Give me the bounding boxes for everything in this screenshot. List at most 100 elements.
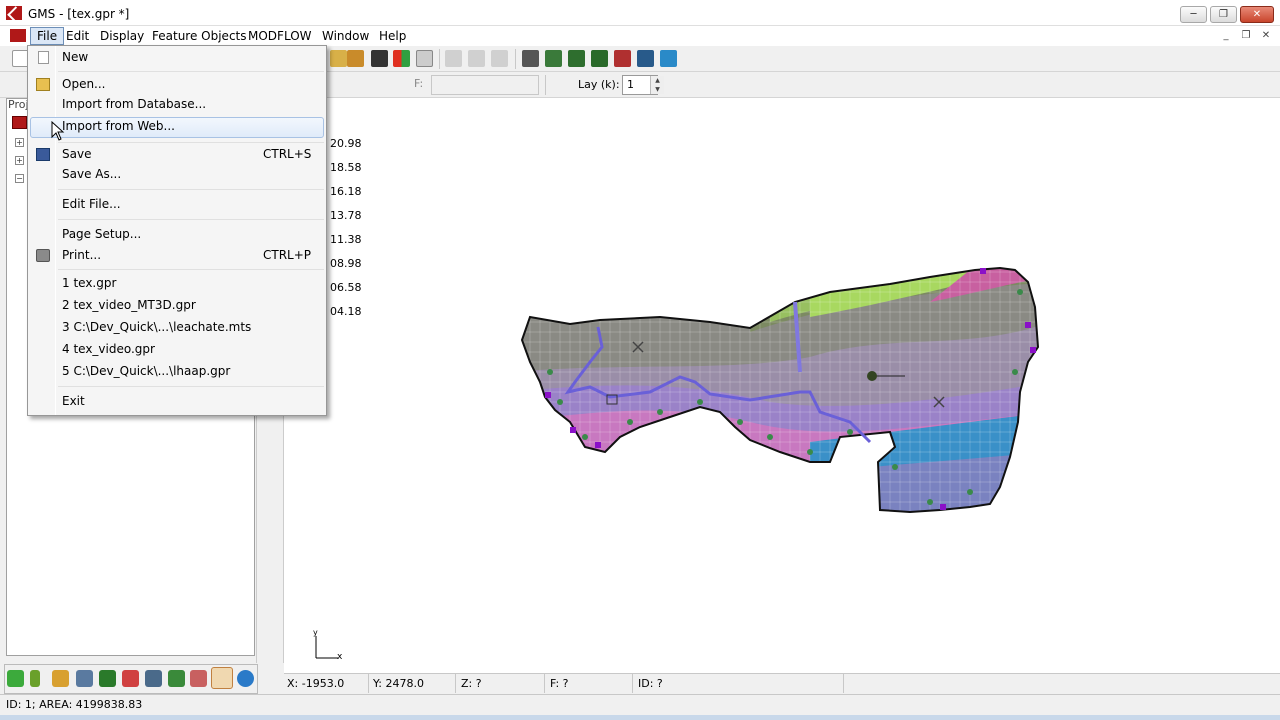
legend-value: 13.78	[330, 209, 362, 222]
tree-expand-icon[interactable]: +	[15, 138, 24, 147]
menu-icon-gutter	[55, 46, 56, 415]
tool-icon-d[interactable]	[591, 50, 608, 67]
print-shortcut: CTRL+P	[263, 248, 312, 262]
open-folder-icon	[36, 78, 50, 91]
tool-icon-c[interactable]	[568, 50, 585, 67]
legend-value: 06.58	[330, 281, 362, 294]
play-icon[interactable]	[371, 50, 388, 67]
menu-item-recent-3[interactable]: 3 C:\Dev_Quick\...\leachate.mts	[62, 318, 251, 336]
status-id: ID: ?	[638, 677, 663, 690]
tool-icon-b[interactable]	[545, 50, 562, 67]
mesh-icon[interactable]	[330, 50, 347, 67]
select-cell-icon[interactable]	[468, 50, 485, 67]
axis-y-label: y	[313, 628, 318, 637]
tree-expand-icon[interactable]: +	[15, 156, 24, 165]
mdi-close-button[interactable]: ✕	[1258, 29, 1274, 43]
menu-display[interactable]: Display	[94, 27, 150, 45]
legend-value: 20.98	[330, 137, 362, 150]
map-module-icon[interactable]	[211, 667, 233, 689]
menu-separator	[58, 386, 324, 387]
tool-icon-f[interactable]	[637, 50, 654, 67]
status-z: Z: ?	[461, 677, 482, 690]
chart-icon[interactable]	[347, 50, 364, 67]
menu-edit[interactable]: Edit	[60, 27, 95, 45]
f-value-field[interactable]	[431, 75, 539, 95]
legend-value: 16.18	[330, 185, 362, 198]
select-icon[interactable]	[445, 50, 462, 67]
save-shortcut: CTRL+S	[263, 147, 312, 161]
menu-item-import-database[interactable]: Import from Database...	[62, 95, 206, 113]
legend-value: 04.18	[330, 305, 362, 318]
tin-module-icon[interactable]	[7, 670, 24, 687]
menu-item-edit-file[interactable]: Edit File...	[62, 195, 121, 213]
scatter-2d-module-icon[interactable]	[122, 670, 139, 687]
legend-value: 11.38	[330, 233, 362, 246]
mouse-cursor-icon	[51, 121, 65, 141]
menu-item-recent-1[interactable]: 1 tex.gpr	[62, 274, 116, 292]
menu-item-page-setup[interactable]: Page Setup...	[62, 225, 141, 243]
status-divider	[843, 674, 844, 693]
menu-feature-objects[interactable]: Feature Objects	[146, 27, 253, 45]
axis-x-label: x	[337, 652, 343, 662]
grid-2d-module-icon[interactable]	[99, 670, 116, 687]
printer-icon	[36, 249, 50, 262]
menu-help[interactable]: Help	[373, 27, 412, 45]
toolbar-separator	[515, 49, 516, 69]
project-explorer-label: Proj	[8, 98, 29, 111]
grid-3d-module-icon[interactable]	[168, 670, 185, 687]
layer-spinner[interactable]: ▲ ▼	[650, 76, 664, 94]
menu-modflow[interactable]: MODFLOW	[242, 27, 318, 45]
save-disk-icon	[36, 148, 50, 161]
tool-icon-g[interactable]	[660, 50, 677, 67]
document-icon[interactable]	[10, 29, 26, 42]
legend-value: 18.58	[330, 161, 362, 174]
mdi-minimize-button[interactable]: _	[1218, 29, 1234, 43]
gis-module-icon[interactable]	[237, 670, 254, 687]
menu-item-open[interactable]: Open...	[62, 75, 106, 93]
menu-separator	[58, 189, 324, 190]
minimize-button[interactable]: ─	[1180, 6, 1207, 23]
tree-collapse-icon[interactable]: −	[15, 174, 24, 183]
status-divider	[632, 674, 633, 693]
status-divider	[544, 674, 545, 693]
menu-item-new[interactable]: New	[62, 48, 88, 66]
mesh-2d-module-icon[interactable]	[76, 670, 93, 687]
menu-item-print[interactable]: Print...	[62, 246, 101, 264]
restore-button[interactable]: ❐	[1210, 6, 1237, 23]
borehole-module-icon[interactable]	[30, 670, 40, 687]
menu-item-recent-2[interactable]: 2 tex_video_MT3D.gpr	[62, 296, 196, 314]
f-label: F:	[414, 77, 424, 90]
menu-file[interactable]: File	[30, 27, 65, 45]
grid-icon[interactable]	[416, 50, 433, 67]
menu-item-import-web[interactable]: Import from Web...	[62, 117, 175, 135]
menu-item-save-as[interactable]: Save As...	[62, 165, 121, 183]
mdi-restore-button[interactable]: ❐	[1238, 29, 1254, 43]
title-bar	[0, 0, 1280, 26]
status-y: Y: 2478.0	[373, 677, 424, 690]
scatter-3d-module-icon[interactable]	[190, 670, 207, 687]
legend-value: 08.98	[330, 257, 362, 270]
menu-separator	[58, 219, 324, 220]
new-file-icon	[38, 51, 49, 64]
solid-module-icon[interactable]	[52, 670, 69, 687]
status-f: F: ?	[550, 677, 569, 690]
tool-icon-e[interactable]	[614, 50, 631, 67]
mesh-3d-module-icon[interactable]	[145, 670, 162, 687]
close-button[interactable]: ✕	[1240, 6, 1274, 23]
project-root-icon[interactable]	[12, 116, 27, 129]
menu-item-save[interactable]: Save	[62, 145, 91, 163]
tool-icon-a[interactable]	[522, 50, 539, 67]
menu-item-recent-4[interactable]: 4 tex_video.gpr	[62, 340, 155, 358]
menu-separator	[58, 142, 324, 143]
model-contour-plot[interactable]	[510, 262, 1050, 517]
menu-item-exit[interactable]: Exit	[62, 392, 85, 410]
color-legend-icon[interactable]	[393, 50, 410, 67]
menu-item-recent-5[interactable]: 5 C:\Dev_Quick\...\lhaap.gpr	[62, 362, 230, 380]
menu-window[interactable]: Window	[316, 27, 375, 45]
status-divider	[368, 674, 369, 693]
toolbar-separator	[439, 49, 440, 69]
layer-label: Lay (k):	[578, 78, 620, 91]
gms-app-icon[interactable]	[6, 6, 22, 20]
select-node-icon[interactable]	[491, 50, 508, 67]
menu-separator	[58, 71, 324, 72]
